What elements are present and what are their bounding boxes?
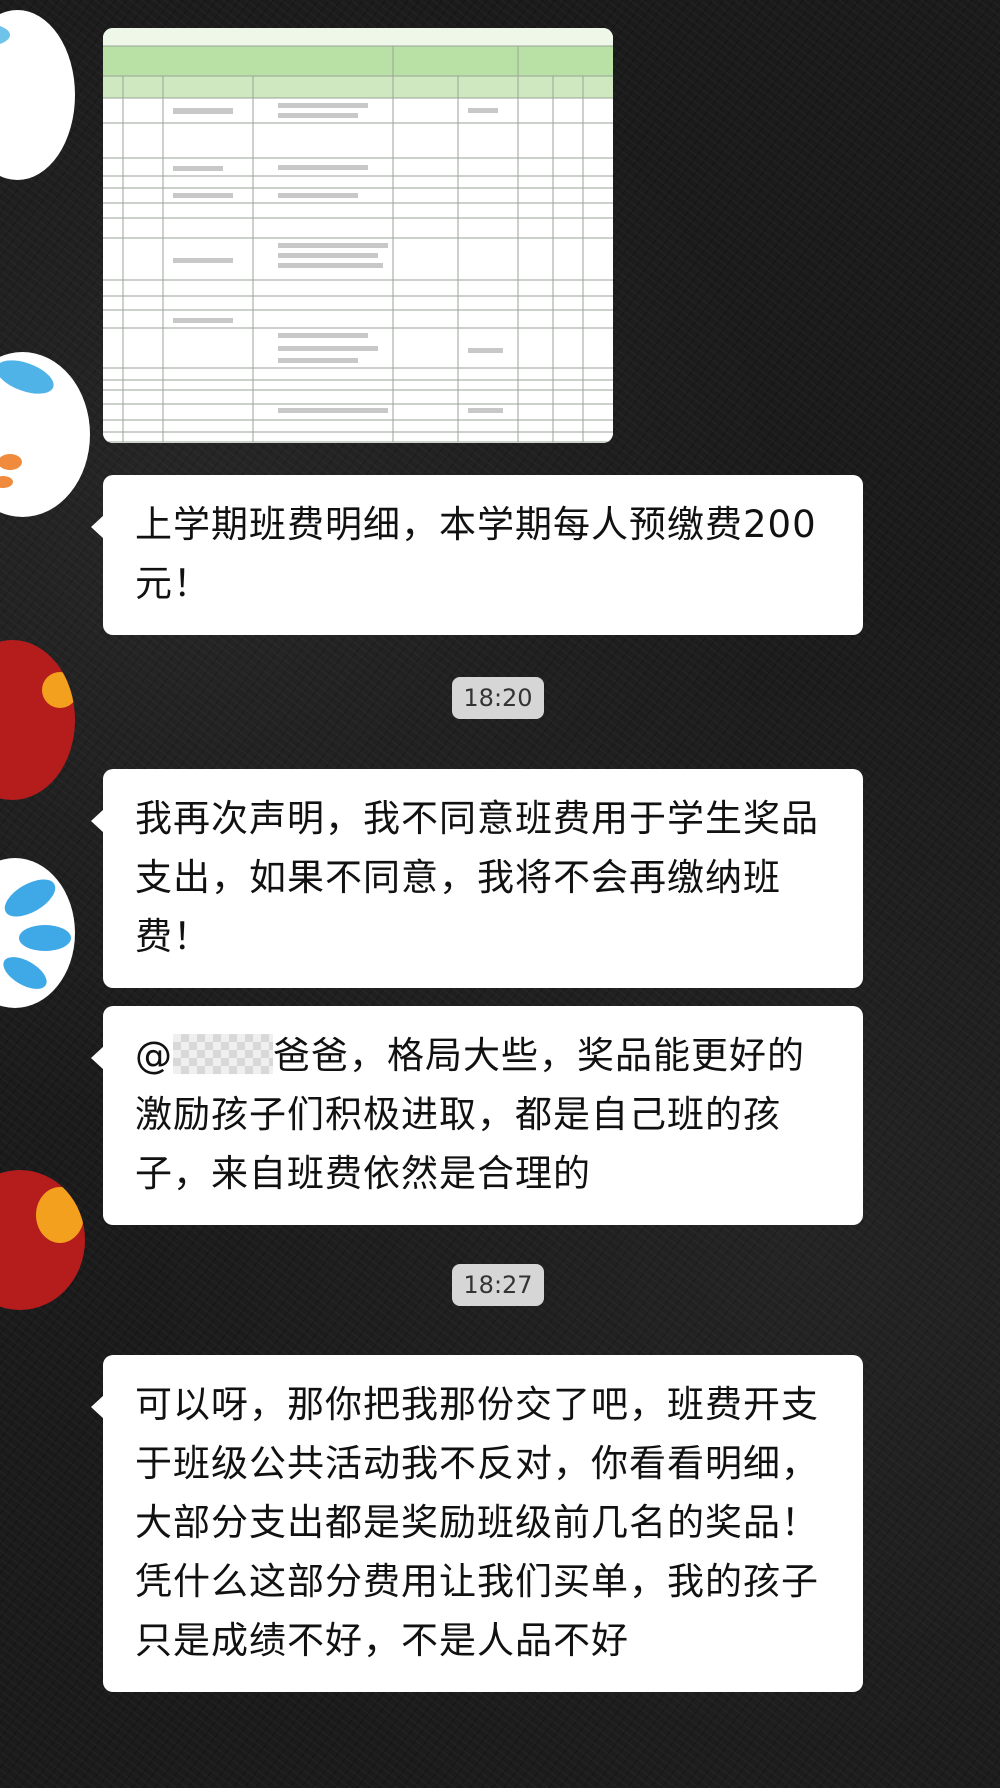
avatar-blue-flower-2[interactable] xyxy=(0,352,90,517)
message-bubble[interactable]: 可以呀，那你把我那份交了吧，班费开支于班级公共活动我不反对，你看看明细，大部分支… xyxy=(91,1355,863,1692)
spreadsheet-image xyxy=(103,28,613,443)
avatar-red-2[interactable] xyxy=(0,1170,85,1310)
message-bubble[interactable]: 上学期班费明细，本学期每人预缴费200元！ xyxy=(91,475,863,635)
avatar-red-icon xyxy=(0,1170,85,1310)
avatar-red-icon xyxy=(0,640,75,800)
avatar-blue-flower-3[interactable] xyxy=(0,858,75,1008)
avatar-blue-flower[interactable] xyxy=(0,10,75,180)
mention-prefix: @ xyxy=(135,1034,173,1077)
flower-icon xyxy=(0,858,75,1008)
message-bubble[interactable]: @ 爸爸，格局大些，奖品能更好的激励孩子们积极进取，都是自己班的孩子，来自班费依然… xyxy=(91,1006,863,1225)
flower-icon xyxy=(0,352,90,517)
flower-icon xyxy=(0,10,75,180)
spreadsheet-image-message[interactable] xyxy=(103,28,613,443)
message-bubble[interactable]: 我再次声明，我不同意班费用于学生奖品支出，如果不同意，我将不会再缴纳班费！ xyxy=(91,769,863,988)
avatar-red[interactable] xyxy=(0,640,75,800)
timestamp: 18:27 xyxy=(452,1264,544,1306)
mention-name-redacted xyxy=(173,1034,273,1074)
timestamp: 18:20 xyxy=(452,677,544,719)
message-text: 可以呀，那你把我那份交了吧，班费开支于班级公共活动我不反对，你看看明细，大部分支… xyxy=(135,1383,819,1662)
message-text: 上学期班费明细，本学期每人预缴费200元！ xyxy=(135,503,817,605)
message-text: 我再次声明，我不同意班费用于学生奖品支出，如果不同意，我将不会再缴纳班费！ xyxy=(135,797,819,958)
